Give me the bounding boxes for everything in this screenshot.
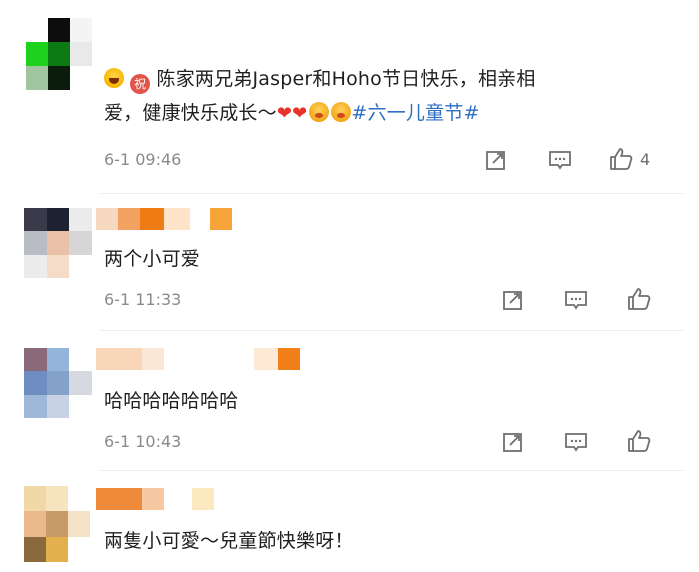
like-icon <box>628 430 651 452</box>
like-button[interactable] <box>626 428 652 454</box>
heart-icon: ❤ <box>292 103 308 124</box>
share-button[interactable] <box>502 289 524 311</box>
comment-text: 哈哈哈哈哈哈哈 <box>104 390 239 412</box>
comment-text: 祝 陈家两兄弟Jasper和Hoho节日快乐，相亲相 爱，健康快乐成长～❤❤ #六… <box>104 62 664 131</box>
comment-4: 兩隻小可愛～兒童節快樂呀！ <box>0 474 699 572</box>
comment-icon <box>565 433 587 452</box>
zhu-emoji-icon: 祝 <box>130 74 151 94</box>
like-icon <box>610 148 633 170</box>
laugh-emoji-icon <box>104 68 124 88</box>
share-icon <box>503 433 522 452</box>
comment-1: 祝 陈家两兄弟Jasper和Hoho节日快乐，相亲相 爱，健康快乐成长～❤❤ #六… <box>0 0 699 195</box>
comment-icon <box>565 291 587 310</box>
avatar[interactable] <box>26 18 92 90</box>
avatar[interactable] <box>24 348 92 418</box>
avatar[interactable] <box>24 486 90 562</box>
face-emoji-icon <box>309 102 330 122</box>
comment-button[interactable] <box>548 149 572 171</box>
comment-button[interactable] <box>564 289 588 311</box>
username-blurred[interactable] <box>104 20 164 42</box>
timestamp: 6-1 09:46 <box>104 150 182 169</box>
like-icon <box>628 288 651 310</box>
username-blurred[interactable] <box>96 348 300 370</box>
like-count: 4 <box>640 149 651 169</box>
comment-text: 两个小可爱 <box>104 248 201 270</box>
comment-2: 两个小可爱 6-1 11:33 <box>0 194 699 334</box>
like-button[interactable] <box>626 286 652 312</box>
share-icon <box>503 291 522 310</box>
heart-icon: ❤ <box>276 103 293 124</box>
divider <box>100 470 683 471</box>
face-emoji-icon <box>331 102 352 122</box>
username-blurred[interactable] <box>96 488 214 510</box>
timestamp: 6-1 10:43 <box>104 432 182 451</box>
avatar[interactable] <box>24 208 92 278</box>
comment-icon <box>549 151 571 170</box>
username-blurred[interactable] <box>96 208 232 230</box>
comment-button[interactable] <box>564 431 588 453</box>
comment-3: 哈哈哈哈哈哈哈 6-1 10:43 <box>0 334 699 474</box>
comment-text: 兩隻小可愛～兒童節快樂呀！ <box>104 530 354 552</box>
share-button[interactable] <box>502 431 524 453</box>
hashtag-link[interactable]: #六一儿童节# <box>351 102 479 124</box>
comment-text-line1: 陈家两兄弟Jasper和Hoho节日快乐，相亲相 <box>156 68 536 90</box>
comment-text-line2: 爱，健康快乐成长～ <box>104 102 277 124</box>
share-icon <box>486 151 505 170</box>
share-button[interactable] <box>485 149 507 171</box>
like-button[interactable]: 4 <box>608 146 650 172</box>
divider <box>100 330 683 331</box>
timestamp: 6-1 11:33 <box>104 290 182 309</box>
